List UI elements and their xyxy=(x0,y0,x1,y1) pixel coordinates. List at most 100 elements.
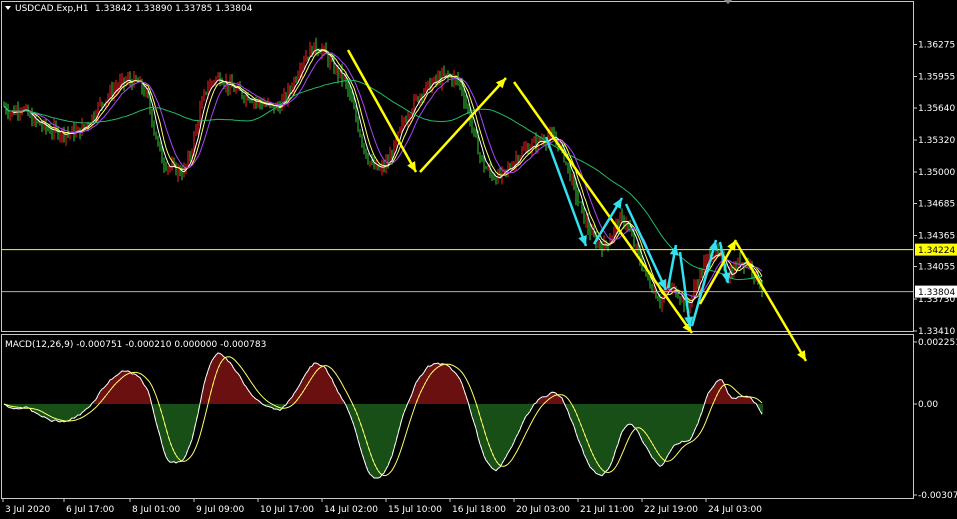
candle xyxy=(77,126,79,131)
candle xyxy=(571,173,573,186)
candle xyxy=(657,295,659,302)
price-level-label: 1.34224 xyxy=(918,246,955,256)
candle xyxy=(335,64,337,75)
candle xyxy=(465,94,467,109)
candle xyxy=(439,70,441,86)
candle xyxy=(29,112,31,118)
candle xyxy=(473,127,475,137)
candle xyxy=(167,165,169,175)
candle xyxy=(505,169,507,178)
candle xyxy=(363,143,365,155)
candle xyxy=(607,243,609,252)
candle xyxy=(365,148,367,159)
candle xyxy=(93,111,95,121)
candle xyxy=(99,97,101,107)
candle xyxy=(63,126,65,143)
time-tick-label: 3 Jul 2020 xyxy=(5,505,50,515)
candle xyxy=(329,55,331,70)
candle xyxy=(533,136,535,144)
time-tick-label: 6 Jul 17:00 xyxy=(66,505,115,515)
candle xyxy=(19,107,21,121)
candle xyxy=(705,254,707,268)
candle xyxy=(57,125,59,140)
candle xyxy=(13,105,15,116)
candle xyxy=(45,118,47,135)
candle xyxy=(165,161,167,172)
candle xyxy=(625,216,627,231)
candle xyxy=(471,115,473,134)
candle xyxy=(367,152,369,165)
time-tick-label: 8 Jul 01:00 xyxy=(132,505,181,515)
candle xyxy=(389,146,391,163)
candle xyxy=(387,154,389,169)
candle xyxy=(315,37,317,56)
symbol-label: USDCAD.Exp,H1 xyxy=(15,4,89,14)
candle xyxy=(309,41,311,57)
candle xyxy=(183,162,185,178)
candle xyxy=(479,151,481,164)
candle xyxy=(339,70,341,79)
candle xyxy=(25,103,27,110)
time-tick-label: 21 Jul 11:00 xyxy=(580,505,634,515)
candle xyxy=(297,70,299,82)
candle xyxy=(521,146,523,158)
candle xyxy=(603,235,605,252)
price-tick-label: 1.33730 xyxy=(918,295,955,305)
candle xyxy=(79,127,81,140)
time-tick-label: 20 Jul 03:00 xyxy=(516,505,570,515)
candle xyxy=(41,119,43,132)
candle xyxy=(359,128,361,138)
time-tick-label: 10 Jul 17:00 xyxy=(260,505,314,515)
candle xyxy=(219,72,221,87)
candle xyxy=(55,120,57,133)
candle xyxy=(731,265,733,279)
candle xyxy=(115,79,117,97)
price-tick-label: 1.34055 xyxy=(918,263,955,273)
candle xyxy=(295,76,297,83)
time-tick-label: 22 Jul 19:00 xyxy=(644,505,698,515)
time-tick-label: 15 Jul 10:00 xyxy=(388,505,442,515)
candle xyxy=(151,108,153,128)
candle xyxy=(361,134,363,148)
time-tick-label: 24 Jul 03:00 xyxy=(708,505,762,515)
candle xyxy=(221,77,223,86)
candle xyxy=(31,107,33,127)
candle xyxy=(179,165,181,176)
candle xyxy=(61,127,63,143)
time-tick-label: 16 Jul 18:00 xyxy=(452,505,506,515)
candle xyxy=(205,91,207,96)
candle xyxy=(699,267,701,293)
candle xyxy=(581,200,583,214)
candle xyxy=(399,126,401,134)
candle xyxy=(199,100,201,127)
candle xyxy=(459,80,461,91)
candle xyxy=(443,65,445,77)
candle xyxy=(441,67,443,91)
candle xyxy=(53,118,55,140)
candle xyxy=(81,117,83,137)
macd-label: MACD(12,26,9) -0.000751 -0.000210 0.0000… xyxy=(5,340,266,350)
candle xyxy=(171,156,173,171)
candle xyxy=(507,161,509,178)
chart-window[interactable]: USDCAD.Exp,H1 1.33842 1.33890 1.33785 1.… xyxy=(0,0,957,519)
candle xyxy=(697,279,699,289)
price-tick-label: 1.35000 xyxy=(918,168,955,178)
price-tick-label: 1.34365 xyxy=(918,232,955,242)
ohlc-values: 1.33842 1.33890 1.33785 1.33804 xyxy=(95,4,253,14)
price-tick-label: 1.35320 xyxy=(918,136,955,146)
candle xyxy=(281,93,283,111)
candle xyxy=(73,122,75,142)
candle xyxy=(197,119,199,135)
candle xyxy=(415,93,417,101)
candle xyxy=(107,93,109,105)
candle xyxy=(475,128,477,139)
candle xyxy=(9,110,11,121)
candle xyxy=(495,177,497,185)
candle xyxy=(201,95,203,109)
candle xyxy=(375,159,377,171)
candle xyxy=(189,150,191,162)
candle xyxy=(305,49,307,63)
macd-tick-label: 0.002251 xyxy=(918,338,957,348)
candle xyxy=(155,131,157,140)
candle xyxy=(409,113,411,123)
